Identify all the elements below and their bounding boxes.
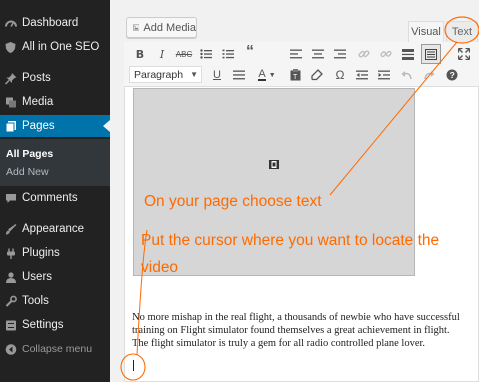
add-media-button[interactable]: Add Media bbox=[126, 17, 197, 38]
indent-icon[interactable] bbox=[375, 66, 393, 84]
add-media-icon bbox=[133, 24, 140, 31]
pages-icon bbox=[4, 120, 17, 133]
numbered-list-icon[interactable] bbox=[219, 45, 237, 63]
paragraph-line: No more mishap in the real flight, a tho… bbox=[132, 312, 460, 323]
pin-icon bbox=[4, 72, 17, 85]
video-icon bbox=[269, 160, 279, 169]
menu-item-appearance[interactable]: Appearance bbox=[0, 218, 110, 240]
menu-label: Posts bbox=[22, 72, 51, 84]
menu-item-posts[interactable]: Posts bbox=[0, 67, 110, 89]
text-cursor bbox=[133, 360, 134, 371]
format-select-value: Paragraph bbox=[134, 68, 184, 81]
svg-text:T: T bbox=[293, 74, 298, 81]
bullet-list-icon[interactable] bbox=[197, 45, 215, 63]
paragraph-line: training on Flight simulator found thems… bbox=[132, 325, 450, 336]
admin-sidebar: Dashboard All in One SEO Posts Media Pag… bbox=[0, 0, 110, 382]
collapse-icon bbox=[4, 343, 17, 356]
menu-label: Media bbox=[22, 96, 54, 108]
menu-label: Appearance bbox=[22, 223, 85, 235]
align-center-icon[interactable] bbox=[309, 45, 327, 63]
menu-label: Users bbox=[22, 271, 53, 283]
menu-item-plugins[interactable]: Plugins bbox=[0, 242, 110, 264]
link-icon[interactable] bbox=[355, 45, 373, 63]
brush-icon bbox=[4, 223, 17, 236]
redo-icon[interactable] bbox=[420, 66, 438, 84]
text-color-icon[interactable]: A ▼ bbox=[254, 66, 280, 84]
format-select[interactable]: Paragraph ▼ bbox=[129, 66, 202, 83]
italic-icon[interactable]: I bbox=[153, 45, 171, 63]
menu-item-pages[interactable]: Pages bbox=[0, 115, 110, 137]
unlink-icon[interactable] bbox=[377, 45, 395, 63]
align-left-icon[interactable] bbox=[287, 45, 305, 63]
outdent-icon[interactable] bbox=[353, 66, 371, 84]
shield-icon bbox=[4, 41, 17, 54]
toolbar-toggle-icon[interactable] bbox=[421, 44, 441, 64]
special-char-icon[interactable]: Ω bbox=[331, 66, 349, 84]
user-icon bbox=[4, 271, 17, 284]
justify-icon[interactable] bbox=[230, 66, 248, 84]
menu-item-all-in-one-seo[interactable]: All in One SEO bbox=[0, 36, 110, 58]
undo-icon[interactable] bbox=[398, 66, 416, 84]
comment-icon bbox=[4, 192, 17, 205]
menu-item-settings[interactable]: Settings bbox=[0, 314, 110, 336]
read-more-icon[interactable] bbox=[399, 45, 417, 63]
bold-icon[interactable]: B bbox=[131, 45, 149, 63]
menu-item-dashboard[interactable]: Dashboard bbox=[0, 12, 110, 34]
menu-item-tools[interactable]: Tools bbox=[0, 290, 110, 312]
chevron-down-icon: ▼ bbox=[190, 70, 198, 79]
menu-label: All in One SEO bbox=[22, 41, 100, 53]
menu-item-media[interactable]: Media bbox=[0, 91, 110, 113]
menu-label: Dashboard bbox=[22, 17, 79, 29]
menu-label: Collapse menu bbox=[22, 343, 93, 355]
underline-icon[interactable]: U bbox=[208, 66, 226, 84]
plug-icon bbox=[4, 247, 17, 260]
svg-text:?: ? bbox=[450, 70, 455, 80]
paragraph-line: The flight simulator is truly a gem for … bbox=[132, 338, 426, 349]
submenu-item-all-pages[interactable]: All Pages bbox=[6, 148, 53, 160]
wrench-icon bbox=[4, 295, 17, 308]
menu-label: Pages bbox=[22, 120, 55, 132]
help-icon[interactable]: ? bbox=[443, 66, 461, 84]
tab-text[interactable]: Text bbox=[446, 21, 478, 42]
menu-item-collapse[interactable]: Collapse menu bbox=[0, 338, 110, 360]
blockquote-icon[interactable]: “ bbox=[241, 43, 259, 61]
menu-label: Comments bbox=[22, 192, 78, 204]
paste-text-icon[interactable]: T bbox=[286, 66, 304, 84]
add-media-label: Add Media bbox=[143, 21, 196, 34]
menu-label: Tools bbox=[22, 295, 49, 307]
fullscreen-icon[interactable] bbox=[455, 45, 473, 63]
menu-item-comments[interactable]: Comments bbox=[0, 187, 110, 209]
tab-visual[interactable]: Visual bbox=[408, 21, 444, 42]
annotation-put-cursor: Put the cursor where you want to locate … bbox=[141, 232, 440, 249]
submenu-item-add-new[interactable]: Add New bbox=[6, 166, 49, 178]
menu-item-users[interactable]: Users bbox=[0, 266, 110, 288]
menu-label: Plugins bbox=[22, 247, 60, 259]
annotation-choose-text: On your page choose text bbox=[144, 193, 322, 210]
menu-label: Settings bbox=[22, 319, 64, 331]
annotation-video: video bbox=[141, 259, 179, 276]
pages-submenu: All Pages Add New bbox=[0, 139, 110, 186]
align-right-icon[interactable] bbox=[331, 45, 349, 63]
clear-formatting-icon[interactable] bbox=[308, 66, 326, 84]
strikethrough-icon[interactable]: ABC bbox=[175, 45, 193, 63]
media-icon bbox=[4, 96, 17, 109]
settings-icon bbox=[4, 319, 17, 332]
dashboard-icon bbox=[4, 17, 17, 30]
